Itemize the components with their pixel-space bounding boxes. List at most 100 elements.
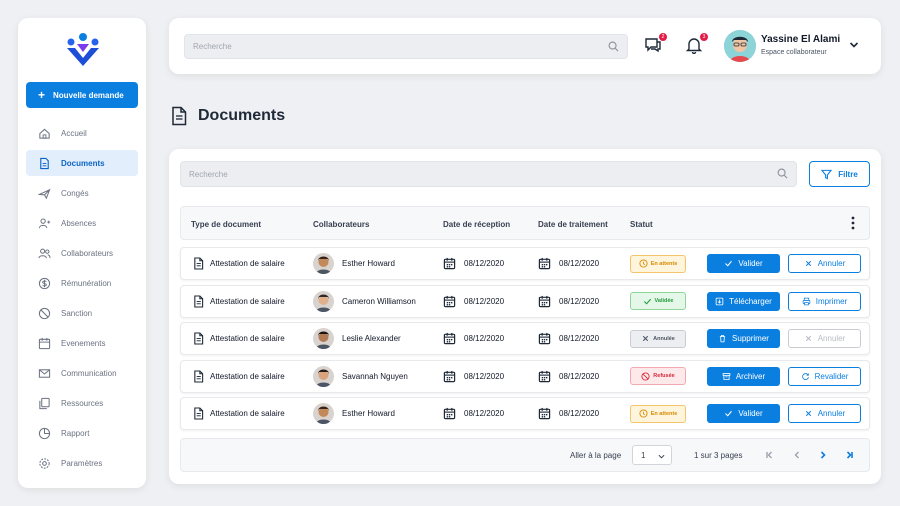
document-type: Attestation de salaire xyxy=(210,409,285,418)
user-absent-icon xyxy=(38,218,51,228)
archive-icon xyxy=(722,372,731,380)
page-title: Documents xyxy=(170,106,285,126)
primary-action-button[interactable]: Valider xyxy=(707,254,780,273)
table-row: Attestation de salaire Cameron Williamson… xyxy=(180,284,870,318)
document-type: Attestation de salaire xyxy=(210,296,285,306)
status-badge: Annulée xyxy=(630,329,686,348)
page-select-value: 1 xyxy=(641,450,646,460)
secondary-action-label: Annuler xyxy=(817,409,846,418)
kebab-menu-icon[interactable] xyxy=(851,216,855,230)
notifications-button[interactable]: 3 xyxy=(685,33,708,56)
check-icon xyxy=(725,260,733,267)
x-icon xyxy=(805,335,811,342)
sidebar-item-ressources[interactable]: Ressources xyxy=(26,390,138,416)
sidebar-item-parametres[interactable]: Paramètres xyxy=(26,450,138,476)
calendar-icon xyxy=(443,407,456,420)
collaborator-name: Esther Howard xyxy=(342,259,395,268)
secondary-action-button[interactable]: Annuler xyxy=(788,329,861,348)
filter-button[interactable]: Filtre xyxy=(809,161,870,187)
sidebar-item-accueil[interactable]: Accueil xyxy=(26,120,138,146)
sidebar-item-remuneration[interactable]: Rémunération xyxy=(26,270,138,296)
calendar-icon xyxy=(538,257,551,270)
primary-action-button[interactable]: Supprimer xyxy=(707,329,780,348)
document-type: Attestation de salaire xyxy=(210,371,285,381)
files-icon xyxy=(39,397,50,409)
processed-date: 08/12/2020 xyxy=(559,334,600,343)
new-request-button[interactable]: + Nouvelle demande xyxy=(26,82,138,108)
primary-action-label: Valider xyxy=(738,259,763,268)
messages-badge: 2 xyxy=(659,33,667,41)
document-icon xyxy=(194,257,204,270)
page-title-text: Documents xyxy=(198,107,286,124)
last-page-icon[interactable] xyxy=(843,449,855,461)
document-type-cell: Attestation de salaire xyxy=(193,248,285,279)
messages-button[interactable]: 2 xyxy=(644,33,667,56)
processed-date-cell: 08/12/2020 xyxy=(538,361,599,392)
sidebar-item-evenements[interactable]: Evenements xyxy=(26,330,138,356)
home-icon xyxy=(39,128,50,139)
user-name: Yassine El Alami xyxy=(761,34,841,45)
first-page-icon[interactable] xyxy=(764,449,776,461)
sidebar-item-label: Paramètres xyxy=(61,458,103,468)
sidebar-item-collaborateurs[interactable]: Collaborateurs xyxy=(26,240,138,266)
chevron-down-icon[interactable] xyxy=(849,40,859,50)
sidebar-item-communication[interactable]: Communication xyxy=(26,360,138,386)
status-cell: En attente xyxy=(630,248,686,279)
secondary-action-button[interactable]: Annuler xyxy=(788,404,861,423)
refresh-icon xyxy=(801,372,809,380)
processed-date: 08/12/2020 xyxy=(559,259,600,268)
previous-page-icon[interactable] xyxy=(791,449,803,461)
check-icon xyxy=(725,410,733,417)
sidebar-item-absences[interactable]: Absences xyxy=(26,210,138,236)
sidebar-item-rapport[interactable]: Rapport xyxy=(26,420,138,446)
sidebar-item-conges[interactable]: Congés xyxy=(26,180,138,206)
sidebar-item-label: Rapport xyxy=(61,428,90,438)
status-badge: En attente xyxy=(630,254,686,273)
primary-action-button[interactable]: Valider xyxy=(707,404,780,423)
page-select[interactable]: 1 xyxy=(632,445,672,465)
primary-action-button[interactable]: Télécharger xyxy=(707,291,780,311)
document-icon xyxy=(194,369,204,383)
column-header-processed: Date de traitement xyxy=(538,220,608,229)
status-cell: En attente xyxy=(630,398,686,429)
collaborator-name: Leslie Alexander xyxy=(342,334,401,343)
avatar xyxy=(313,365,334,387)
received-date-cell: 08/12/2020 xyxy=(443,361,504,392)
status-badge: En attente xyxy=(630,404,686,423)
secondary-action-button[interactable]: Annuler xyxy=(788,254,861,273)
search-icon xyxy=(777,168,788,179)
global-search-input[interactable]: Recherche xyxy=(184,34,628,59)
sidebar-item-sanction[interactable]: Sanction xyxy=(26,300,138,326)
documents-search-input[interactable]: Recherche xyxy=(180,161,797,187)
calendar-icon xyxy=(538,295,551,307)
sidebar-item-label: Absences xyxy=(61,218,97,228)
sidebar-nav: Accueil Documents Congés Absences Collaborat… xyxy=(26,120,138,480)
secondary-action-button[interactable]: Imprimer xyxy=(788,291,861,311)
pie-chart-icon xyxy=(38,427,51,439)
processed-date-cell: 08/12/2020 xyxy=(538,248,599,279)
collaborator-name: Cameron Williamson xyxy=(342,296,416,306)
next-page-icon[interactable] xyxy=(817,449,829,461)
processed-date: 08/12/2020 xyxy=(559,409,600,418)
mail-icon xyxy=(38,368,51,378)
received-date: 08/12/2020 xyxy=(464,334,505,343)
table-row: Attestation de salaire Esther Howard 08/12… xyxy=(180,397,870,430)
document-type-cell: Attestation de salaire xyxy=(193,286,285,317)
sidebar: + Nouvelle demande Accueil Documents Congé… xyxy=(18,18,146,488)
user-avatar[interactable] xyxy=(724,30,756,62)
new-request-label: Nouvelle demande xyxy=(53,90,124,100)
document-type-cell: Attestation de salaire xyxy=(193,361,285,392)
table-row: Attestation de salaire Esther Howard 08/12… xyxy=(180,247,870,280)
sidebar-item-label: Accueil xyxy=(61,128,87,138)
plane-icon xyxy=(38,188,51,199)
secondary-action-button[interactable]: Revalider xyxy=(788,366,861,386)
secondary-action-label: Annuler xyxy=(817,259,846,268)
sidebar-item-documents[interactable]: Documents xyxy=(26,150,138,176)
table-row: Attestation de salaire Leslie Alexander 08… xyxy=(180,322,870,355)
primary-action-button[interactable]: Archiver xyxy=(707,366,780,386)
collaborator-cell: Savannah Nguyen xyxy=(313,361,408,392)
app-logo[interactable] xyxy=(65,32,101,68)
processed-date-cell: 08/12/2020 xyxy=(538,323,599,354)
plus-icon: + xyxy=(38,88,46,102)
document-type-cell: Attestation de salaire xyxy=(193,323,285,354)
